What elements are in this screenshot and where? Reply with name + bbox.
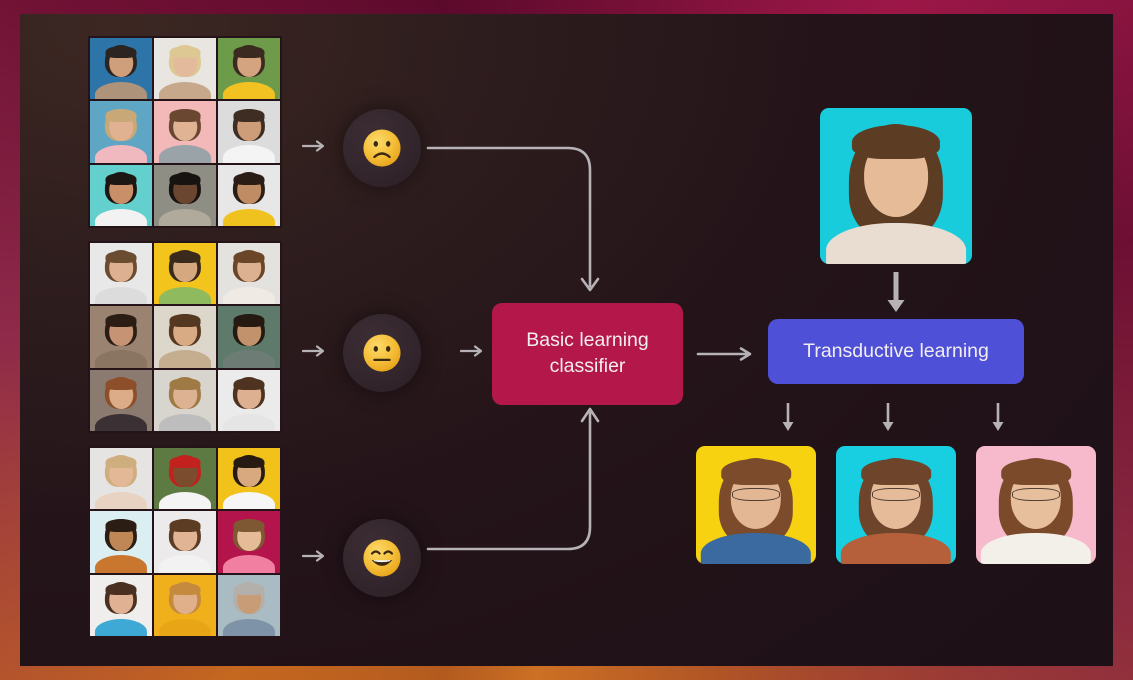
portrait-thumb bbox=[154, 369, 216, 431]
portrait-thumb bbox=[218, 574, 280, 636]
output-portrait bbox=[976, 446, 1096, 564]
emoji-node-neutral bbox=[343, 314, 421, 392]
portrait-fringe bbox=[105, 519, 137, 532]
portrait-thumb bbox=[90, 511, 152, 573]
portrait-fringe bbox=[169, 45, 201, 59]
classifier-label-line1: Basic learning bbox=[526, 329, 649, 352]
output-photo-cyan bbox=[836, 446, 956, 564]
glasses-icon bbox=[872, 488, 920, 502]
portrait-thumb bbox=[218, 38, 280, 100]
frowning-face-icon bbox=[363, 129, 401, 167]
glasses-icon bbox=[732, 488, 780, 502]
arrow-grid2-to-emoji bbox=[302, 547, 328, 565]
neutral-face-icon bbox=[363, 334, 401, 372]
transductive-label: Transductive learning bbox=[803, 339, 989, 362]
portrait-fringe bbox=[169, 172, 201, 185]
portrait-fringe bbox=[233, 45, 265, 59]
portrait-fringe bbox=[169, 519, 201, 532]
emoji-node-frowning bbox=[343, 109, 421, 187]
grinning-face-icon bbox=[363, 539, 401, 577]
portrait-thumb bbox=[90, 38, 152, 100]
portrait-thumb bbox=[90, 369, 152, 431]
portrait-thumb bbox=[218, 369, 280, 431]
classifier-label-line2: classifier bbox=[549, 355, 626, 377]
portrait-fringe bbox=[233, 172, 265, 185]
portrait-thumb bbox=[154, 574, 216, 636]
portrait-fringe bbox=[233, 377, 265, 390]
output-portrait bbox=[836, 446, 956, 564]
emoji-node-grinning bbox=[343, 519, 421, 597]
portrait-thumb bbox=[218, 164, 280, 226]
portrait-fringe bbox=[233, 250, 265, 264]
target-fringe bbox=[851, 125, 941, 160]
angry-faces-grid bbox=[88, 36, 282, 228]
portrait-fringe bbox=[169, 314, 201, 327]
portrait-fringe bbox=[233, 519, 265, 532]
portrait-thumb bbox=[154, 511, 216, 573]
portrait-fringe bbox=[169, 109, 201, 122]
portrait-fringe bbox=[105, 377, 137, 390]
portrait-thumb bbox=[90, 101, 152, 163]
portrait-thumb bbox=[90, 306, 152, 368]
neutral-faces-grid bbox=[88, 241, 282, 433]
arrow-classifier-to-transductive bbox=[696, 345, 758, 363]
portrait-fringe bbox=[233, 314, 265, 327]
glasses-icon bbox=[1012, 488, 1060, 502]
portrait-fringe bbox=[169, 455, 201, 469]
portrait-thumb bbox=[218, 511, 280, 573]
portrait-fringe bbox=[233, 455, 265, 469]
portrait-fringe bbox=[105, 45, 137, 59]
connector-emoji2-to-classifier bbox=[424, 399, 614, 564]
portrait-fringe bbox=[233, 109, 265, 122]
portrait-thumb bbox=[154, 164, 216, 226]
portrait-fringe bbox=[169, 377, 201, 390]
output-fringe bbox=[1001, 458, 1071, 485]
portrait-thumb bbox=[154, 38, 216, 100]
portrait-fringe bbox=[105, 455, 137, 469]
arrow-transductive-to-output-1 bbox=[880, 401, 896, 435]
arrow-grid1-to-emoji bbox=[302, 342, 328, 360]
output-fringe bbox=[721, 458, 791, 485]
portrait-fringe bbox=[233, 582, 265, 595]
arrow-transductive-to-output-2 bbox=[990, 401, 1006, 435]
target-photo bbox=[820, 108, 972, 264]
portrait-thumb bbox=[218, 306, 280, 368]
portrait-fringe bbox=[169, 250, 201, 264]
output-photo-yellow bbox=[696, 446, 816, 564]
transductive-learning-box[interactable]: Transductive learning bbox=[768, 319, 1024, 384]
portrait-fringe bbox=[105, 172, 137, 185]
portrait-thumb bbox=[90, 243, 152, 305]
classifier-label: Basic learning classifier bbox=[526, 328, 648, 379]
arrow-target-to-transductive bbox=[884, 270, 908, 316]
arrow-grid0-to-emoji bbox=[302, 137, 328, 155]
portrait-thumb bbox=[218, 101, 280, 163]
portrait-thumb bbox=[90, 448, 152, 510]
connector-emoji0-to-classifier bbox=[424, 136, 614, 311]
arrow-transductive-to-output-0 bbox=[780, 401, 796, 435]
output-fringe bbox=[861, 458, 931, 485]
output-photo-pink bbox=[976, 446, 1096, 564]
portrait-thumb bbox=[154, 101, 216, 163]
basic-learning-classifier-box[interactable]: Basic learning classifier bbox=[492, 303, 683, 405]
portrait-fringe bbox=[105, 109, 137, 122]
portrait-thumb bbox=[154, 306, 216, 368]
portrait-thumb bbox=[218, 243, 280, 305]
diagram-stage: Basic learning classifier Transductive l… bbox=[20, 14, 1113, 666]
output-portrait bbox=[696, 446, 816, 564]
portrait-thumb bbox=[154, 448, 216, 510]
portrait-fringe bbox=[105, 250, 137, 264]
portrait-fringe bbox=[169, 582, 201, 595]
portrait-thumb bbox=[154, 243, 216, 305]
portrait-fringe bbox=[105, 314, 137, 327]
portrait-thumb bbox=[218, 448, 280, 510]
portrait-thumb bbox=[90, 574, 152, 636]
diagram-frame: Basic learning classifier Transductive l… bbox=[0, 0, 1133, 680]
arrow-emoji1-to-classifier bbox=[460, 342, 486, 360]
portrait-thumb bbox=[90, 164, 152, 226]
happy-faces-grid bbox=[88, 446, 282, 638]
portrait-fringe bbox=[105, 582, 137, 595]
target-portrait bbox=[820, 108, 972, 264]
